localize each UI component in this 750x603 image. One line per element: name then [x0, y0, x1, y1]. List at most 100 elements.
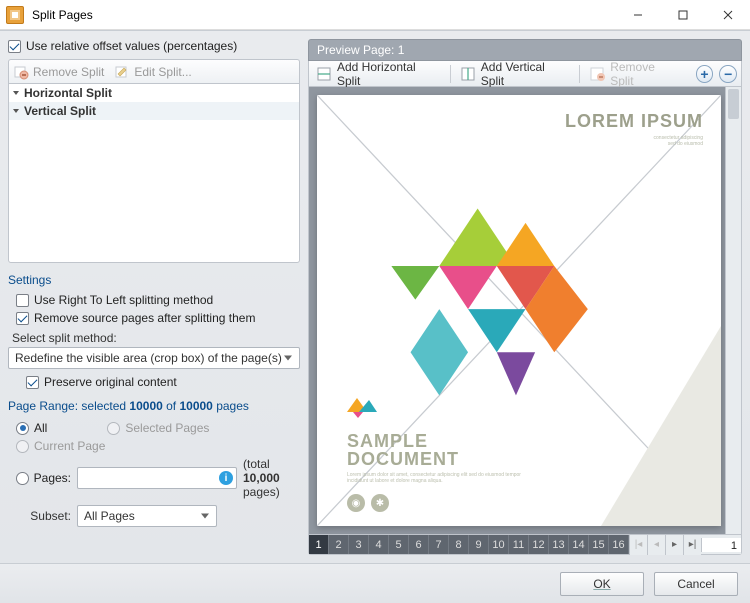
split-method-label: Select split method:	[12, 331, 300, 345]
remove-split-label: Remove Split	[33, 65, 104, 79]
tree-row-label: Vertical Split	[24, 104, 96, 118]
page-thumb[interactable]: 15	[589, 535, 609, 554]
ok-label: OK	[593, 577, 610, 591]
use-relative-offsets-checkbox[interactable]: Use relative offset values (percentages)	[8, 39, 300, 53]
pager-last-button[interactable]: ▸|	[683, 535, 701, 555]
add-vertical-label: Add Vertical Split	[481, 60, 569, 88]
page-canvas[interactable]: LOREM IPSUM consectetur adipiscingsed do…	[317, 95, 721, 526]
page-thumb[interactable]: 13	[549, 535, 569, 554]
remove-source-label: Remove source pages after splitting them	[34, 311, 255, 325]
range-all-radio[interactable]: All	[16, 421, 47, 435]
range-pages-radio[interactable]: Pages:	[16, 471, 71, 485]
split-method-value: Redefine the visible area (crop box) of …	[15, 351, 282, 365]
page-thumb[interactable]: 1	[309, 535, 329, 554]
page-thumb[interactable]: 12	[529, 535, 549, 554]
pin-icon: ◉	[347, 494, 365, 512]
range-current-radio[interactable]: Current Page	[16, 439, 300, 453]
radio-icon	[16, 440, 29, 453]
pages-total-label: (total 10,000 pages)	[243, 457, 300, 499]
use-relative-offsets-label: Use relative offset values (percentages)	[26, 39, 237, 53]
subset-label: Subset:	[16, 509, 71, 523]
pager-first-button[interactable]: |◂	[629, 535, 647, 555]
edit-split-icon	[114, 64, 130, 80]
sample-document-text: SAMPLE DOCUMENT Lorem ipsum dolor sit am…	[347, 432, 527, 484]
preserve-original-checkbox[interactable]: Preserve original content	[26, 375, 300, 389]
preview-remove-split-button[interactable]: Remove Split	[586, 63, 683, 85]
tangram-art	[377, 175, 607, 405]
tree-row-label: Horizontal Split	[24, 86, 112, 100]
add-vertical-split-button[interactable]: Add Vertical Split	[457, 63, 573, 85]
page-range-header: Page Range: selected 10000 of 10000 page…	[8, 399, 300, 413]
page-thumb[interactable]: 4	[369, 535, 389, 554]
page-thumb[interactable]: 5	[389, 535, 409, 554]
pages-input[interactable]: i	[77, 467, 237, 489]
cancel-button[interactable]: Cancel	[654, 572, 738, 596]
page-thumb[interactable]: 7	[429, 535, 449, 554]
checkbox-icon	[16, 312, 29, 325]
page-thumb[interactable]: 6	[409, 535, 429, 554]
splits-tree[interactable]: Horizontal Split Vertical Split	[8, 83, 300, 263]
add-horizontal-label: Add Horizontal Split	[337, 60, 440, 88]
pager-prev-button[interactable]: ◂	[647, 535, 665, 555]
cancel-label: Cancel	[677, 577, 714, 591]
page-thumb[interactable]: 2	[329, 535, 349, 554]
remove-split-button[interactable]: Remove Split	[13, 64, 104, 80]
preview-vertical-scrollbar[interactable]	[725, 87, 741, 534]
radio-icon	[107, 422, 120, 435]
remove-split-icon	[13, 64, 29, 80]
add-vertical-icon	[461, 67, 477, 81]
preview-toolbar: Add Horizontal Split Add Vertical Split …	[308, 61, 742, 87]
pager-next-button[interactable]: ▸	[665, 535, 683, 555]
rtl-label: Use Right To Left splitting method	[34, 293, 213, 307]
rtl-checkbox[interactable]: Use Right To Left splitting method	[16, 293, 300, 307]
checkbox-icon	[8, 40, 21, 53]
preview-header: Preview Page: 1	[308, 39, 742, 61]
page-thumbs-bar: 1 2 3 4 5 6 7 8 9 10 11 12 13 14 15 16 |…	[308, 535, 742, 555]
radio-icon	[16, 422, 29, 435]
add-horizontal-split-button[interactable]: Add Horizontal Split	[313, 63, 444, 85]
checkbox-icon	[26, 376, 39, 389]
page-thumb[interactable]: 14	[569, 535, 589, 554]
page-thumb[interactable]: 11	[509, 535, 529, 554]
remove-split-icon	[590, 67, 606, 81]
subset-value: All Pages	[84, 509, 135, 523]
decor-grey-triangle	[601, 326, 721, 526]
zoom-out-button[interactable]: −	[719, 65, 737, 83]
window-title: Split Pages	[32, 8, 615, 22]
page-thumb[interactable]: 10	[489, 535, 509, 554]
edit-split-button[interactable]: Edit Split...	[114, 64, 191, 80]
zoom-in-button[interactable]: +	[696, 65, 714, 83]
tree-vertical-split[interactable]: Vertical Split	[9, 102, 299, 120]
settings-header: Settings	[8, 273, 300, 287]
page-thumb[interactable]: 16	[609, 535, 629, 554]
subset-dropdown[interactable]: All Pages	[77, 505, 217, 527]
doc-footer-icons: ◉ ✱	[347, 494, 389, 512]
add-horizontal-icon	[317, 67, 333, 81]
doc-brand: LOREM IPSUM consectetur adipiscingsed do…	[565, 111, 703, 147]
tree-horizontal-split[interactable]: Horizontal Split	[9, 84, 299, 102]
range-pages-label: Pages:	[34, 471, 71, 485]
small-mark-icon	[347, 392, 377, 418]
maximize-button[interactable]	[660, 0, 705, 30]
checkbox-icon	[16, 294, 29, 307]
close-button[interactable]	[705, 0, 750, 30]
pager-page-input[interactable]: 1	[701, 538, 741, 552]
range-all-label: All	[34, 421, 47, 435]
splits-toolbar: Remove Split Edit Split...	[8, 59, 300, 83]
range-current-label: Current Page	[34, 439, 105, 453]
dialog-footer: OK Cancel	[0, 563, 750, 603]
tools-icon: ✱	[371, 494, 389, 512]
remove-source-checkbox[interactable]: Remove source pages after splitting them	[16, 311, 300, 325]
ok-button[interactable]: OK	[560, 572, 644, 596]
split-method-dropdown[interactable]: Redefine the visible area (crop box) of …	[8, 347, 300, 369]
page-thumb[interactable]: 9	[469, 535, 489, 554]
page-thumb[interactable]: 8	[449, 535, 469, 554]
preview-remove-label: Remove Split	[610, 60, 679, 88]
range-selected-label: Selected Pages	[125, 421, 209, 435]
minimize-button[interactable]	[615, 0, 660, 30]
app-icon	[6, 6, 24, 24]
info-icon[interactable]: i	[219, 471, 233, 485]
radio-icon	[16, 472, 29, 485]
page-thumb[interactable]: 3	[349, 535, 369, 554]
range-selected-pages-radio[interactable]: Selected Pages	[107, 421, 209, 435]
